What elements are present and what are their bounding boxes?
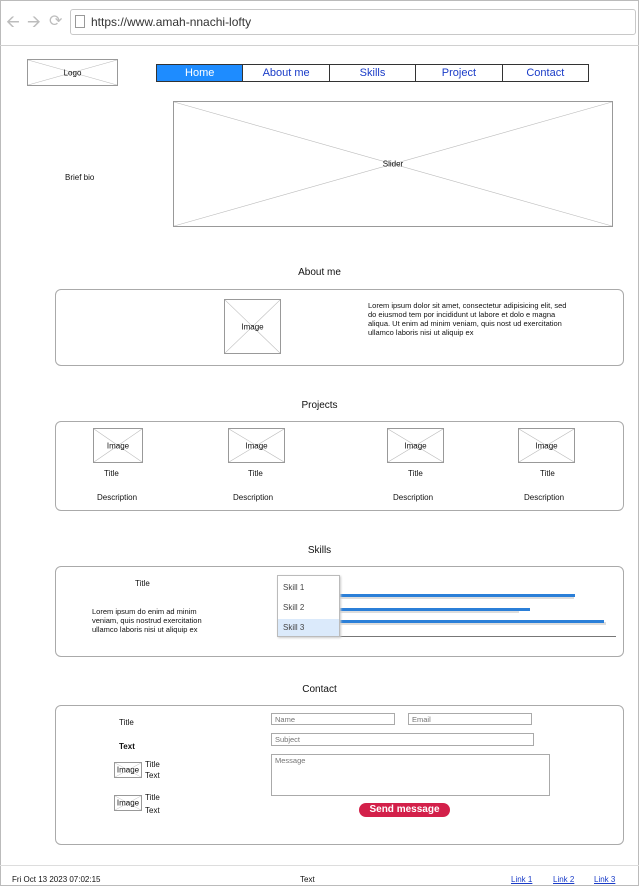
project-title: Title — [104, 469, 119, 478]
project-image-label: Image — [535, 441, 558, 450]
project-description: Description — [233, 493, 274, 502]
skill-bar-fill — [340, 594, 575, 597]
contact-card-image: Image — [114, 762, 142, 778]
contact-card-title: Title — [145, 793, 160, 802]
contact-card-text: Text — [145, 806, 160, 815]
contact-card-image-label: Image — [116, 765, 140, 775]
slider[interactable]: Slider — [173, 101, 613, 227]
contact-card-text: Text — [145, 771, 160, 780]
project-description: Description — [524, 493, 565, 502]
project-image[interactable]: Image — [518, 428, 575, 463]
page-icon — [75, 15, 85, 28]
project-image[interactable]: Image — [228, 428, 285, 463]
about-title: About me — [298, 267, 341, 278]
about-text: Lorem ipsum dolor sit amet, consectetur … — [368, 301, 567, 337]
project-description: Description — [393, 493, 434, 502]
back-arrow-icon[interactable]: 🡨 — [6, 12, 20, 32]
footer-divider — [0, 865, 639, 866]
skills-text: Lorem ipsum do enim ad minim veniam, qui… — [92, 607, 202, 634]
project-image-label: Image — [106, 441, 130, 450]
skill-bar-fill — [340, 608, 530, 611]
logo[interactable]: Logo — [27, 59, 118, 86]
project-description: Description — [97, 493, 138, 502]
project-image-label: Image — [404, 441, 427, 450]
name-field[interactable] — [271, 713, 395, 725]
contact-left-text: Text — [119, 742, 135, 751]
skill-item[interactable]: Skill 2 — [278, 599, 339, 616]
about-image: Image — [224, 299, 281, 354]
slider-label: Slider — [382, 159, 404, 169]
footer-link-1[interactable]: Link 1 — [511, 875, 532, 884]
nav-skills[interactable]: Skills — [330, 65, 417, 81]
nav-home[interactable]: Home — [157, 65, 244, 81]
project-title: Title — [248, 469, 263, 478]
address-bar[interactable]: https://www.amah-nnachi-lofty — [70, 9, 636, 35]
send-message-button[interactable]: Send message — [359, 803, 450, 817]
contact-card-image: Image — [114, 795, 142, 811]
project-image[interactable]: Image — [93, 428, 143, 463]
skill-item-selected[interactable]: Skill 3 — [278, 619, 339, 636]
reload-icon[interactable]: ⟳ — [49, 12, 62, 32]
subject-field[interactable] — [271, 733, 534, 746]
about-image-label: Image — [241, 322, 264, 331]
nav-project[interactable]: Project — [416, 65, 503, 81]
url-text[interactable]: https://www.amah-nnachi-lofty — [91, 15, 251, 29]
footer-text: Text — [300, 875, 315, 884]
project-image[interactable]: Image — [387, 428, 444, 463]
brief-bio: Brief bio — [65, 173, 95, 182]
projects-title: Projects — [301, 400, 338, 411]
contact-left-title: Title — [119, 718, 134, 727]
contact-title: Contact — [302, 684, 337, 695]
contact-card-image-label: Image — [116, 798, 140, 808]
footer-date: Fri Oct 13 2023 07:02:15 — [12, 875, 101, 884]
skills-list: Skill 1 Skill 2 Skill 3 — [277, 575, 340, 637]
logo-label: Logo — [63, 68, 82, 77]
skills-title: Skills — [307, 545, 332, 556]
project-image-label: Image — [245, 441, 268, 450]
project-title: Title — [540, 469, 555, 478]
skill-item[interactable]: Skill 1 — [278, 579, 339, 596]
project-title: Title — [408, 469, 423, 478]
email-field[interactable] — [408, 713, 532, 725]
forward-arrow-icon[interactable]: 🡪 — [27, 12, 41, 32]
skills-baseline — [340, 636, 616, 637]
footer-link-3[interactable]: Link 3 — [594, 875, 615, 884]
nav-about-me[interactable]: About me — [243, 65, 330, 81]
skill-bar-fill — [340, 620, 604, 623]
nav-contact[interactable]: Contact — [503, 65, 588, 81]
skills-panel-title: Title — [135, 579, 150, 588]
footer-link-2[interactable]: Link 2 — [553, 875, 574, 884]
contact-card-title: Title — [145, 760, 160, 769]
chrome-divider — [0, 45, 639, 46]
message-field[interactable] — [271, 754, 550, 796]
main-nav: Home About me Skills Project Contact — [156, 64, 589, 82]
